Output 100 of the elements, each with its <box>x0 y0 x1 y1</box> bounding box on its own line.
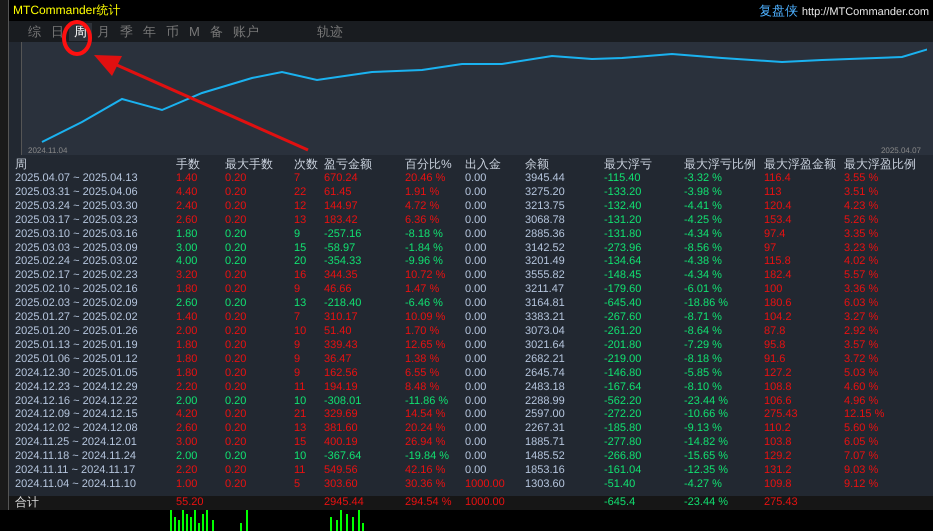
tab[interactable]: 综 <box>23 22 46 40</box>
table-cell-text: 0.20 <box>225 408 248 422</box>
table-cell-text: 22 <box>294 186 308 200</box>
tab[interactable]: 年 <box>138 22 161 40</box>
table-cell-text: -257.16 <box>324 228 362 242</box>
table-cell-text: 3.23 % <box>844 242 880 256</box>
tab[interactable]: 轨迹 <box>312 22 348 40</box>
table-cell-text: -14.82 % <box>684 436 730 450</box>
table-cell-text: 5 <box>294 478 302 492</box>
table-cell-text: 0.00 <box>465 283 488 298</box>
table-cell-text: 104.2 <box>764 311 793 325</box>
table-cell-text: 116.4 <box>764 172 792 186</box>
table-cell-text: 0.20 <box>225 283 248 298</box>
table-cell-text: 9 <box>294 228 302 242</box>
column-header: 最大浮盈金额 <box>764 157 837 172</box>
table-cell-text: 103.8 <box>764 436 793 450</box>
table-cell-text: 303.60 <box>324 478 359 492</box>
table-cell-text: 127.2 <box>764 366 793 381</box>
table-cell-text: -15.65 % <box>684 450 730 464</box>
table-cell-text: 2025.03.03 ~ 2025.03.09 <box>15 242 139 256</box>
tab[interactable]: 季 <box>115 22 138 40</box>
table-cell-text: -148.45 <box>604 269 642 284</box>
tab[interactable]: 账户 <box>228 22 264 40</box>
table-cell-text: 21 <box>294 408 308 422</box>
tab[interactable]: 币 <box>161 22 184 40</box>
table-cell-text: 1.00 <box>176 478 198 492</box>
table-cell-text: 3555.82 <box>525 269 566 284</box>
table-cell-text: -134.64 <box>604 255 642 270</box>
table-cell-text: -131.80 <box>604 228 642 242</box>
total-cell-text: -645.4 <box>604 496 636 510</box>
table-cell-text: 1485.52 <box>525 450 566 464</box>
table-cell-text: 0.20 <box>225 214 248 228</box>
column-header: 最大手数 <box>225 157 274 172</box>
table-cell-text: 0.20 <box>225 269 248 284</box>
table-cell-text: 15 <box>294 242 308 256</box>
table-cell-text: 3164.81 <box>525 297 566 312</box>
table-cell-text: 0.20 <box>225 422 248 436</box>
table-cell-text: -4.25 % <box>684 214 723 228</box>
table-cell-text: 3.72 % <box>844 352 880 367</box>
table-cell-text: 100 <box>764 283 784 298</box>
table-cell-text: 4.40 <box>176 186 198 200</box>
table-cell-text: -201.80 <box>604 338 642 353</box>
table-cell-text: 3945.44 <box>525 172 566 186</box>
table-cell-text: 0.20 <box>225 478 248 492</box>
table-cell-text: 4.23 % <box>844 200 880 214</box>
table-cell-text: 0.20 <box>225 172 248 186</box>
table-cell-text: -4.38 % <box>684 255 723 270</box>
table-cell-text: 670.24 <box>324 172 359 186</box>
table-cell-text: 11 <box>294 380 306 394</box>
table-cell-text: 2.40 <box>176 200 198 214</box>
table-cell-text: 2682.21 <box>525 352 566 367</box>
table-cell-text: 2.00 <box>176 450 198 464</box>
table-cell-text: 2024.12.09 ~ 2024.12.15 <box>15 408 139 422</box>
table-cell-text: 3.55 % <box>844 172 880 186</box>
table-cell-text: -8.71 % <box>684 311 723 325</box>
brand-name: 复盘侠 <box>758 2 798 20</box>
table-cell-text: 2025.01.06 ~ 2025.01.12 <box>15 352 139 367</box>
table-cell-text: 8.48 % <box>405 380 440 394</box>
table-cell-text: 0.00 <box>465 352 488 367</box>
table-cell-text: 2025.02.03 ~ 2025.02.09 <box>15 297 139 312</box>
table-cell-text: 6.55 % <box>405 366 440 381</box>
table-cell-text: 2025.01.13 ~ 2025.01.19 <box>15 338 139 353</box>
table-cell-text: 3201.49 <box>525 255 566 270</box>
table-cell-text: 108.8 <box>764 380 793 394</box>
tab[interactable]: 备 <box>204 22 228 40</box>
tab[interactable]: M <box>184 24 205 39</box>
table-cell-text: 11 <box>294 464 306 478</box>
column-header: 周 <box>15 157 28 172</box>
table-cell-text: -1.84 % <box>405 242 444 256</box>
table-cell-text: 0.00 <box>465 450 488 464</box>
table-cell-text: 2025.03.24 ~ 2025.03.30 <box>15 200 139 214</box>
table-cell-text: -8.18 % <box>405 228 444 242</box>
table-cell-text: 0.00 <box>465 255 488 270</box>
table-cell-text: 91.6 <box>764 352 786 367</box>
table-cell-text: 2024.11.11 ~ 2024.11.17 <box>15 464 136 478</box>
table-cell-text: 2024.12.23 ~ 2024.12.29 <box>15 380 139 394</box>
table-cell-text: -9.96 % <box>405 255 444 270</box>
table-cell-text: 1.38 % <box>405 352 440 367</box>
table-cell-text: 2025.02.10 ~ 2025.02.16 <box>15 283 139 298</box>
table-cell-text: 2.60 <box>176 214 198 228</box>
tab[interactable]: 月 <box>92 22 115 40</box>
table-cell-text: -645.40 <box>604 297 642 312</box>
tab[interactable]: 日 <box>46 22 69 40</box>
column-header: 手数 <box>176 157 201 172</box>
table-cell-text: -161.04 <box>604 464 642 478</box>
table-cell-text: 0.20 <box>225 366 248 381</box>
table-cell-text: 0.20 <box>225 228 248 242</box>
table-cell-text: 0.00 <box>465 311 488 325</box>
website-link[interactable]: http://MTCommander.com <box>802 6 929 18</box>
table-cell-text: 4.00 <box>176 255 198 270</box>
table-cell-text: 0.20 <box>225 380 248 394</box>
table-cell-text: 183.42 <box>324 214 359 228</box>
table-cell-text: 0.20 <box>225 255 248 270</box>
table-cell-text: -218.40 <box>324 297 362 312</box>
table-cell-text: 0.00 <box>465 186 488 200</box>
total-cell-text: 55.20 <box>176 496 205 510</box>
table-cell-text: 95.8 <box>764 338 786 353</box>
table-cell-text: 3.00 <box>176 242 198 256</box>
table-cell-text: 0.00 <box>465 464 488 478</box>
table-cell-text: 0.00 <box>465 422 488 436</box>
